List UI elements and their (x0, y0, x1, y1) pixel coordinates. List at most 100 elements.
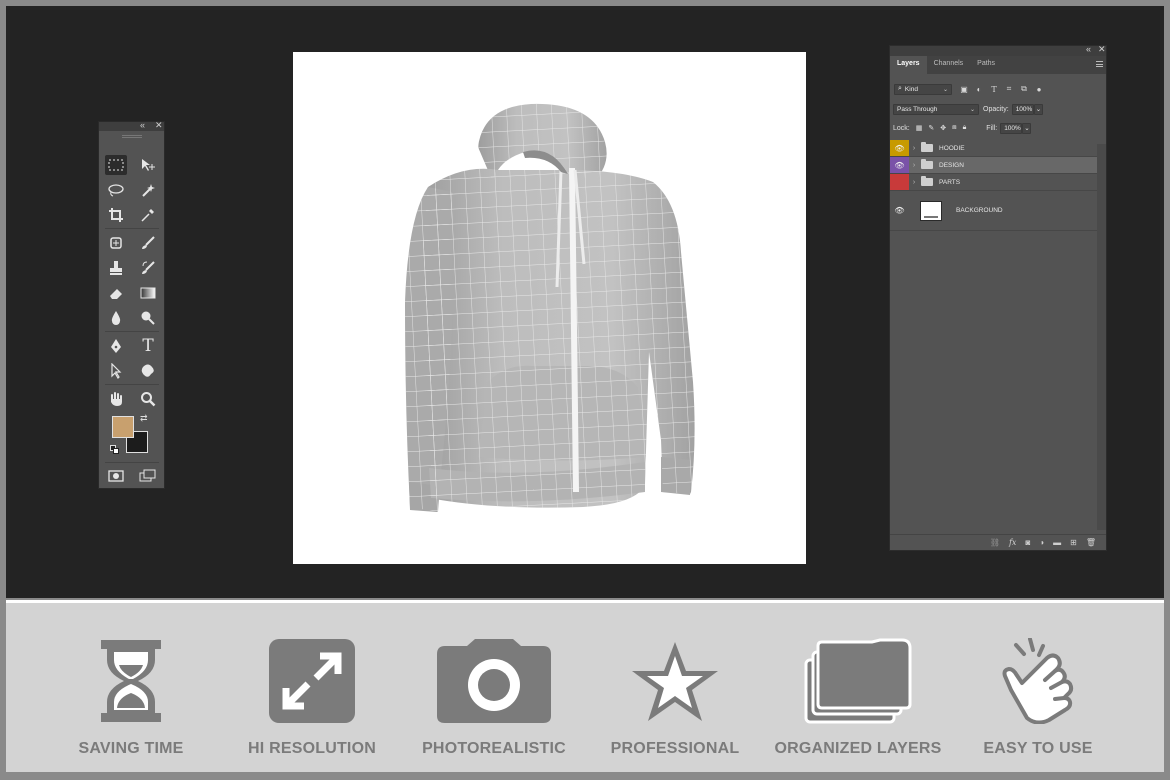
link-layers-icon[interactable]: ⛓︎ (990, 538, 1000, 547)
tab-channels[interactable]: Channels (927, 56, 971, 74)
pointer-hand-icon (997, 636, 1079, 726)
expand-arrow-icon[interactable]: › (909, 145, 919, 152)
move-tool[interactable] (137, 155, 159, 175)
layers-panel-titlebar[interactable]: « ✕ (890, 44, 1106, 56)
lasso-tool[interactable] (105, 180, 127, 200)
foreground-color-swatch[interactable] (112, 416, 134, 438)
fx-icon[interactable]: fx (1009, 538, 1016, 547)
hoodie-mockup-image (405, 103, 695, 512)
quick-mask-icon[interactable] (105, 466, 127, 486)
layer-name: DESIGN (939, 161, 964, 169)
add-mask-icon[interactable]: ◙ (1025, 538, 1030, 547)
layer-name: PARTS (939, 178, 961, 186)
smart-object-filter-icon[interactable]: ⧉ (1019, 84, 1029, 94)
chevron-down-icon: ⌄ (969, 106, 975, 113)
visibility-eye-icon[interactable]: 👁︎ (890, 157, 909, 173)
hand-tool[interactable] (105, 389, 127, 409)
pen-tool[interactable] (105, 336, 127, 356)
healing-brush-tool[interactable] (105, 233, 127, 253)
layer-row-hoodie[interactable]: 👁︎ › HOODIE (890, 140, 1097, 157)
feature-professional: PROFESSIONAL (585, 636, 765, 766)
lock-image-icon[interactable]: ✎ (928, 124, 934, 132)
adjustment-filter-icon[interactable]: ◐ (974, 84, 984, 94)
feature-photorealistic: PHOTOREALISTIC (404, 636, 584, 766)
lock-position-icon[interactable]: ✥ (940, 124, 946, 132)
fill-label: Fill: (986, 124, 998, 132)
folder-icon (921, 142, 933, 152)
lock-label: Lock: (893, 124, 910, 132)
zoom-tool[interactable] (137, 389, 159, 409)
gradient-tool[interactable] (137, 283, 159, 303)
panel-menu-icon[interactable] (1096, 61, 1103, 67)
adjustment-layer-icon[interactable]: ◑ (1039, 538, 1044, 547)
document-canvas[interactable] (293, 52, 806, 564)
lock-artboard-icon[interactable]: ⧈ (952, 124, 956, 132)
expand-arrow-icon[interactable]: › (909, 179, 919, 186)
opacity-slider-toggle[interactable]: ⌄ (1033, 103, 1043, 115)
eyedropper-tool[interactable] (137, 205, 159, 225)
visibility-eye-icon[interactable]: 👁︎ (890, 192, 909, 230)
path-selection-tool[interactable] (105, 361, 127, 381)
magic-wand-tool[interactable] (137, 180, 159, 200)
feature-label: PHOTOREALISTIC (422, 740, 566, 757)
custom-shape-tool[interactable] (137, 361, 159, 381)
feature-label: ORGANIZED LAYERS (774, 740, 942, 757)
folder-icon (921, 159, 933, 169)
screen-mode-icon[interactable] (137, 466, 159, 486)
rectangular-marquee-tool[interactable] (105, 155, 127, 175)
brush-tool[interactable] (137, 233, 159, 253)
layer-row-parts[interactable]: › PARTS (890, 174, 1097, 191)
dodge-tool[interactable] (137, 308, 159, 328)
tab-layers[interactable]: Layers (890, 56, 927, 74)
tab-paths[interactable]: Paths (970, 56, 1002, 74)
eraser-tool[interactable] (105, 283, 127, 303)
opacity-field[interactable]: 100% (1011, 103, 1034, 115)
type-tool[interactable]: T (137, 336, 159, 356)
filter-kind-select[interactable]: ⌕ Kind ⌄ (894, 83, 952, 95)
fill-slider-toggle[interactable]: ⌄ (1022, 122, 1032, 134)
layer-row-background[interactable]: 👁︎ BACKGROUND (890, 191, 1097, 231)
collapse-icon[interactable]: « (140, 120, 145, 130)
new-group-icon[interactable]: ▬ (1053, 538, 1061, 547)
default-colors-icon[interactable] (110, 445, 119, 454)
tools-panel-titlebar[interactable]: « ✕ (99, 120, 164, 131)
layer-filter-row: ⌕ Kind ⌄ ▣ ◐ T ⌗ ⧉ ● (890, 81, 1106, 97)
photoshop-workspace: « ✕ T ⇄ « ✕ Layers Channels Paths ⌕ Kind… (6, 6, 1164, 598)
feature-organized-layers: ORGANIZED LAYERS (768, 636, 948, 766)
history-brush-tool[interactable] (137, 258, 159, 278)
blend-mode-select[interactable]: Pass Through ⌄ (893, 103, 979, 115)
feature-label: EASY TO USE (983, 740, 1093, 757)
lock-all-icon[interactable]: 🔒︎ (963, 124, 967, 132)
new-layer-icon[interactable]: ⊞ (1070, 538, 1077, 547)
shape-filter-icon[interactable]: ⌗ (1004, 84, 1014, 94)
blend-mode-value: Pass Through (897, 105, 938, 113)
pixel-filter-icon[interactable]: ▣ (959, 84, 969, 94)
blur-tool[interactable] (105, 308, 127, 328)
fill-field[interactable]: 100% (1000, 122, 1023, 134)
feature-label: HI RESOLUTION (248, 740, 376, 757)
search-icon: ⌕ (898, 85, 902, 92)
visibility-eye-icon[interactable]: 👁︎ (890, 140, 909, 156)
type-filter-icon[interactable]: T (989, 84, 999, 94)
feature-label: PROFESSIONAL (610, 740, 740, 757)
panel-grip[interactable] (99, 133, 164, 141)
panel-tabs: Layers Channels Paths (890, 56, 1106, 74)
clone-stamp-tool[interactable] (105, 258, 127, 278)
close-icon[interactable]: ✕ (155, 120, 163, 131)
expand-arrow-icon[interactable]: › (909, 162, 919, 169)
close-icon[interactable]: ✕ (1098, 44, 1106, 55)
trash-icon[interactable]: 🗑︎ (1086, 538, 1096, 547)
lock-transparent-icon[interactable]: ▦ (916, 124, 923, 132)
layer-row-design[interactable]: 👁︎ › DESIGN (890, 157, 1097, 174)
swap-colors-icon[interactable]: ⇄ (140, 413, 148, 424)
chevron-down-icon: ⌄ (942, 86, 948, 93)
folder-icon (921, 176, 933, 186)
filter-toggle-icon[interactable]: ● (1034, 84, 1044, 94)
collapse-icon[interactable]: « (1086, 44, 1091, 54)
crop-tool[interactable] (105, 205, 127, 225)
layer-name: BACKGROUND (956, 207, 1003, 214)
visibility-toggle-empty[interactable] (890, 174, 909, 190)
layers-scrollbar[interactable] (1097, 144, 1106, 530)
hourglass-icon (99, 636, 163, 726)
feature-easy-to-use: EASY TO USE (948, 636, 1128, 766)
